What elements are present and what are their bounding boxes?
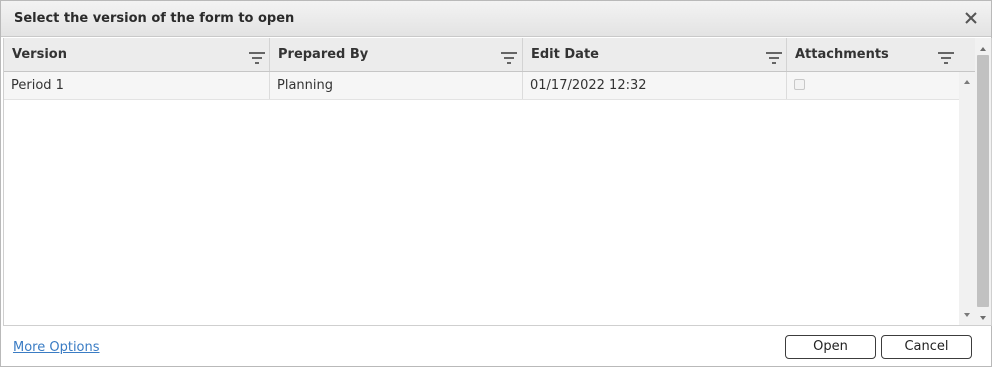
outer-scroll-down-arrow-icon[interactable]: [975, 310, 991, 324]
column-label-edit-date: Edit Date: [531, 47, 599, 62]
column-label-prepared-by: Prepared By: [278, 47, 369, 62]
outer-scrollbar[interactable]: [975, 38, 991, 325]
column-header-edit-date[interactable]: Edit Date: [523, 38, 787, 71]
table-row[interactable]: Period 1 Planning 01/17/2022 12:32: [4, 72, 959, 100]
dialog-titlebar: Select the version of the form to open: [1, 1, 991, 37]
scrollbar-thumb[interactable]: [977, 55, 989, 307]
column-header-version[interactable]: Version: [4, 38, 270, 71]
cell-version: Period 1: [4, 72, 270, 99]
open-version-dialog: Select the version of the form to open V…: [0, 0, 992, 367]
filter-icon[interactable]: [938, 49, 954, 64]
dialog-footer: More Options Open Cancel: [1, 326, 991, 366]
cell-edit-date-text: 01/17/2022 12:32: [530, 78, 647, 93]
cell-prepared-by-text: Planning: [277, 78, 333, 93]
open-button[interactable]: Open: [785, 335, 876, 359]
more-options-link[interactable]: More Options: [13, 340, 100, 355]
column-header-prepared-by[interactable]: Prepared By: [270, 38, 523, 71]
grid-header: Version Prepared By Edit Date Attachment…: [4, 38, 959, 72]
cell-attachments: [787, 72, 959, 99]
column-header-attachments[interactable]: Attachments: [787, 38, 959, 71]
filter-icon[interactable]: [501, 49, 517, 64]
inner-scrollbar[interactable]: [959, 72, 975, 325]
column-label-attachments: Attachments: [795, 47, 889, 62]
cell-version-text: Period 1: [11, 78, 64, 93]
dialog-title: Select the version of the form to open: [14, 11, 295, 26]
attachments-checkbox[interactable]: [794, 79, 805, 90]
header-scroll-spacer: [959, 38, 975, 72]
cancel-button[interactable]: Cancel: [881, 335, 972, 359]
filter-icon[interactable]: [766, 49, 782, 64]
versions-grid: Version Prepared By Edit Date Attachment…: [3, 38, 992, 326]
cell-edit-date: 01/17/2022 12:32: [523, 72, 787, 99]
scroll-up-arrow-icon[interactable]: [959, 74, 975, 88]
column-label-version: Version: [12, 47, 67, 62]
close-icon[interactable]: [961, 7, 981, 29]
filter-icon[interactable]: [249, 49, 265, 64]
outer-scroll-up-arrow-icon[interactable]: [975, 41, 991, 55]
scroll-down-arrow-icon[interactable]: [959, 307, 975, 321]
cell-prepared-by: Planning: [270, 72, 523, 99]
